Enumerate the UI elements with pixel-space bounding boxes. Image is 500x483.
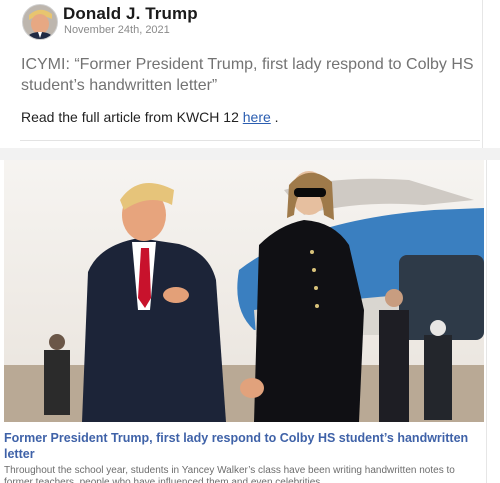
link-preview-title[interactable]: Former President Trump, first lady respo… — [4, 430, 482, 462]
post-card: Donald J. Trump November 24th, 2021 ICYM… — [0, 0, 498, 148]
post-body: Read the full article from KWCH 12 here … — [21, 109, 279, 125]
card-border — [482, 0, 483, 148]
link-preview-image[interactable] — [4, 160, 484, 422]
article-link[interactable]: here — [243, 109, 271, 125]
post-date: November 24th, 2021 — [64, 24, 170, 36]
post-headline: ICYMI: “Former President Trump, first la… — [21, 56, 474, 94]
author-avatar[interactable] — [22, 4, 58, 40]
link-preview-card[interactable]: Former President Trump, first lady respo… — [0, 160, 487, 483]
post-divider — [20, 140, 480, 141]
author-name[interactable]: Donald J. Trump — [63, 4, 198, 24]
post-body-text: Read the full article from KWCH 12 — [21, 109, 243, 125]
post-body-end: . — [270, 109, 279, 125]
link-preview-snippet: Throughout the school year, students in … — [4, 465, 455, 483]
card-gap — [0, 148, 500, 160]
